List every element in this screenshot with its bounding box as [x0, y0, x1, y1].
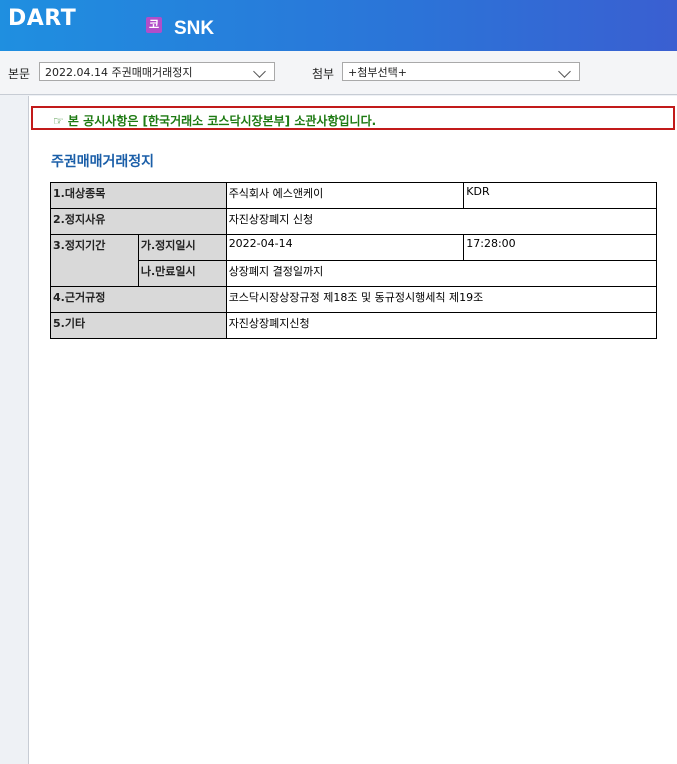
attachment-label: 첨부	[312, 67, 335, 81]
row-sublabel: 나.만료일시	[137, 260, 227, 287]
logo-text: DART	[8, 6, 77, 31]
row-label: 3.정지기간	[50, 234, 139, 287]
table-row: 나.만료일시 상장폐지 결정일까지	[51, 260, 658, 287]
main-doc-select-value: 2022.04.14 주권매매거래정지	[45, 66, 193, 79]
attachment-select[interactable]: +첨부선택+	[342, 62, 580, 81]
chevron-down-icon	[558, 65, 571, 78]
corp-type-badge: 코	[146, 17, 162, 33]
table-row: 5.기타 자진상장폐지신청	[50, 312, 658, 339]
chevron-down-icon	[253, 65, 266, 78]
document-viewer: ☞ 본 공시사항은 [한국거래소 코스닥시장본부] 소관사항입니다. 주권매매거…	[28, 96, 677, 764]
target-stock-value: 주식회사 에스앤케이	[225, 182, 465, 209]
table-row: 1.대상종목 주식회사 에스앤케이 KDR	[50, 182, 657, 209]
suspension-start-time: 17:28:00	[463, 234, 657, 261]
document-toolbar: 본문 2022.04.14 주권매매거래정지 첨부 +첨부선택+	[0, 51, 677, 95]
row-label: 4.근거규정	[50, 286, 227, 313]
company-name: SNK	[174, 18, 215, 39]
suspension-info-table: 1.대상종목 주식회사 에스앤케이 KDR 2.정지사유 자진상장폐지 신청 3…	[50, 182, 658, 339]
row-label: 5.기타	[50, 312, 227, 339]
basis-regulation-value: 코스닥시장상장규정 제18조 및 동규정시행세칙 제19조	[225, 286, 658, 313]
document-title: 주권매매거래정지	[51, 154, 155, 170]
table-row: 4.근거규정 코스닥시장상장규정 제18조 및 동규정시행세칙 제19조	[50, 286, 658, 313]
other-value: 자진상장폐지신청	[225, 312, 658, 339]
row-sublabel: 가.정지일시	[137, 234, 227, 261]
table-row: 2.정지사유 자진상장폐지 신청	[50, 208, 658, 235]
dart-logo[interactable]: DART	[8, 6, 76, 31]
suspension-end-value: 상장폐지 결정일까지	[225, 260, 658, 287]
suspension-start-date: 2022-04-14	[225, 234, 465, 261]
main-doc-select[interactable]: 2022.04.14 주권매매거래정지	[39, 62, 275, 81]
suspension-reason-value: 자진상장폐지 신청	[225, 208, 658, 235]
row-label: 2.정지사유	[50, 208, 227, 235]
target-stock-code: KDR	[463, 182, 657, 209]
jurisdiction-notice: ☞ 본 공시사항은 [한국거래소 코스닥시장본부] 소관사항입니다.	[31, 106, 675, 130]
app-header: DART 코 SNK	[0, 0, 677, 51]
attachment-select-value: +첨부선택+	[348, 66, 407, 79]
notice-text: ☞ 본 공시사항은 [한국거래소 코스닥시장본부] 소관사항입니다.	[53, 114, 377, 128]
table-row: 3.정지기간 가.정지일시 2022-04-14 17:28:00	[50, 234, 657, 287]
main-doc-label: 본문	[8, 67, 31, 81]
row-label: 1.대상종목	[50, 182, 227, 209]
